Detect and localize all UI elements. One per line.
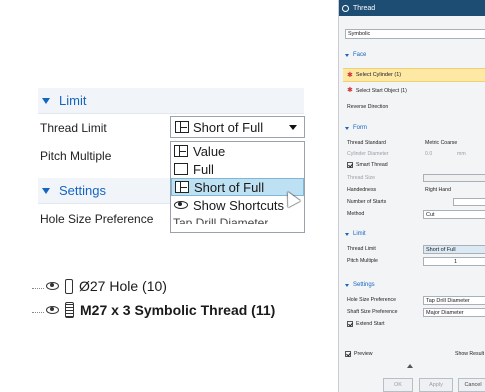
cylinder-diameter-value[interactable]: 0.0 (425, 151, 432, 157)
select-start-selector[interactable]: ✱ Select Start Object (1) (347, 87, 407, 94)
number-of-starts-field[interactable] (453, 198, 485, 206)
collapse-arrow-icon[interactable] (407, 364, 413, 368)
eye-icon (174, 201, 188, 209)
checkbox-label: Extend Start (356, 321, 385, 327)
visibility-eye-icon[interactable] (46, 306, 59, 314)
shaft-size-preference-dropdown[interactable]: Major Diameter (423, 308, 485, 317)
checkbox-label: Smart Thread (356, 162, 388, 168)
section-title: Face (353, 52, 367, 58)
section-title: Limit (353, 231, 366, 237)
thread-feature-icon (342, 4, 349, 12)
full-icon (174, 163, 188, 175)
select-cylinder-selector[interactable]: ✱ Select Cylinder (1) (343, 68, 485, 82)
apply-button[interactable]: Apply (419, 378, 453, 392)
shaft-size-preference-label: Shaft Size Preference (347, 309, 398, 315)
thread-limit-dropdown[interactable]: Short of Full (423, 245, 485, 254)
chevron-down-icon (42, 187, 50, 194)
thread-dialog: Thread Symbolic Face ✱ Select Cylinder (… (338, 0, 485, 392)
checkbox-icon[interactable] (347, 162, 353, 168)
thread-limit-menu: Value Full Short of Full Show Shortcuts … (170, 141, 305, 233)
preview-checkbox[interactable]: Preview (345, 351, 372, 357)
thread-feature-icon (65, 302, 74, 318)
dropdown-arrow-icon[interactable] (289, 125, 297, 130)
menu-item-label: Value (193, 143, 226, 159)
dialog-title: Thread (353, 4, 376, 12)
limit-section-header[interactable]: Limit (38, 88, 304, 114)
hole-size-preference-dropdown[interactable]: Tap Drill Diameter (423, 296, 485, 305)
tree-item-hole[interactable]: Ø27 Hole (10) (46, 278, 167, 294)
checkbox-label: Preview (354, 351, 373, 357)
face-section-header[interactable]: Face (345, 52, 366, 58)
menu-item-label: Short of Full (194, 179, 265, 195)
hole-size-preference-label: Hole Size Preference (347, 297, 397, 303)
menu-item-label: Full (193, 161, 214, 177)
thread-limit-dropdown[interactable]: Short of Full (170, 116, 305, 138)
selector-label: Select Start Object (1) (355, 87, 407, 94)
chevron-down-icon (345, 126, 349, 130)
cylinder-diameter-label: Cylinder Diameter (347, 151, 389, 157)
short-of-full-icon (175, 121, 189, 133)
hole-feature-icon (65, 278, 73, 294)
menu-item-label: Show Shortcuts (193, 197, 285, 213)
visibility-eye-icon[interactable] (46, 282, 59, 290)
pitch-multiple-label: Pitch Multiple (40, 149, 112, 163)
form-section-header[interactable]: Form (345, 125, 367, 131)
cut-off-option: Tap Drill Diameter (173, 216, 269, 224)
pitch-multiple-field[interactable]: 1 (423, 257, 485, 266)
menu-item-value[interactable]: Value (171, 142, 304, 160)
thread-standard-value[interactable]: Metric Coarse (425, 140, 457, 146)
settings-section-title: Settings (59, 183, 106, 198)
short-of-full-icon (175, 181, 189, 193)
value-icon (174, 145, 188, 157)
number-of-starts-label: Number of Starts (347, 199, 387, 205)
menu-item-full[interactable]: Full (171, 160, 304, 178)
section-title: Form (353, 125, 367, 131)
reverse-direction-link[interactable]: Reverse Direction (347, 104, 388, 110)
tree-item-thread[interactable]: M27 x 3 Symbolic Thread (11) (46, 302, 275, 318)
thread-limit-label: Thread Limit (347, 246, 376, 252)
pitch-multiple-label: Pitch Multiple (347, 258, 378, 264)
dialog-title-bar[interactable]: Thread (339, 0, 485, 16)
ok-button[interactable]: OK (383, 378, 413, 392)
cylinder-diameter-unit: mm (457, 151, 466, 157)
chevron-down-icon (345, 232, 349, 236)
chevron-down-icon (345, 283, 349, 287)
limit-section-title: Limit (59, 93, 87, 108)
show-result-link[interactable]: Show Result (455, 351, 484, 357)
thread-size-label: Thread Size (347, 175, 375, 181)
tree-item-label: M27 x 3 Symbolic Thread (11) (80, 302, 276, 318)
required-star-icon: ✱ (347, 87, 353, 94)
checkbox-icon[interactable] (347, 321, 353, 327)
section-title: Settings (353, 282, 375, 288)
smart-thread-checkbox[interactable]: Smart Thread (347, 162, 388, 168)
cancel-button[interactable]: Cancel (458, 378, 485, 392)
tree-item-label: Ø27 Hole (10) (79, 278, 167, 294)
selector-label: Select Cylinder (1) (355, 72, 402, 78)
hole-size-preference-label: Hole Size Preference (40, 212, 154, 226)
limit-section-header[interactable]: Limit (345, 231, 366, 237)
thread-size-field[interactable] (423, 174, 485, 182)
thread-standard-label: Thread Standard (347, 140, 386, 146)
method-label: Method (347, 211, 365, 217)
thread-limit-value: Short of Full (193, 119, 264, 135)
extend-start-checkbox[interactable]: Extend Start (347, 321, 385, 327)
handedness-label: Handedness (347, 187, 377, 193)
thread-type-dropdown[interactable]: Symbolic (345, 29, 485, 39)
thread-limit-label: Thread Limit (40, 121, 107, 135)
required-star-icon: ✱ (347, 71, 353, 79)
settings-section-header[interactable]: Settings (345, 282, 375, 288)
method-dropdown[interactable]: Cut (423, 210, 485, 219)
chevron-down-icon (42, 97, 50, 104)
handedness-value[interactable]: Right Hand (425, 187, 451, 193)
chevron-down-icon (345, 53, 349, 57)
checkbox-icon[interactable] (345, 351, 351, 357)
